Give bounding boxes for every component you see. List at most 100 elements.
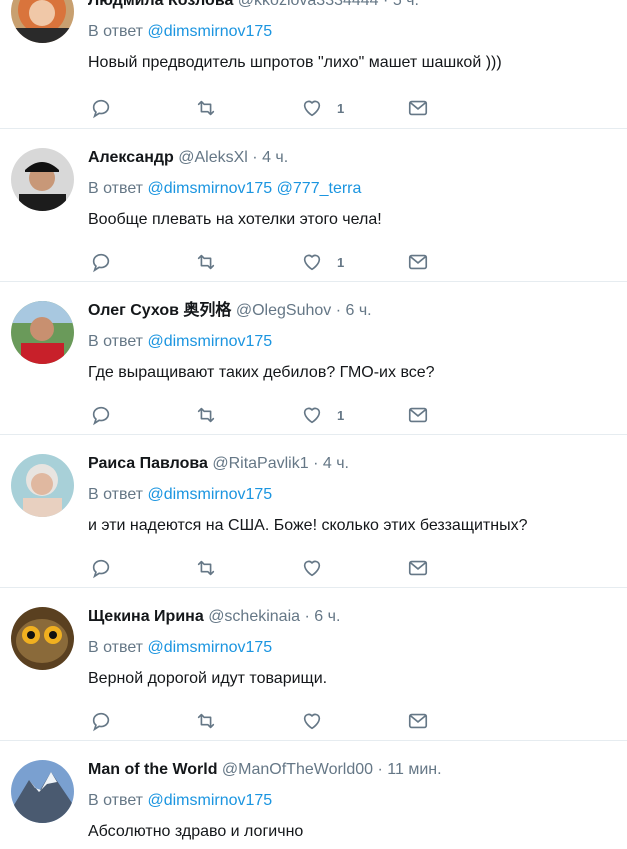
envelope-icon — [408, 254, 428, 270]
like-button[interactable] — [301, 709, 337, 733]
separator-dot: · — [377, 761, 383, 778]
separator-dot: · — [304, 608, 310, 625]
tweet-text: Где выращивают таких дебилов? ГМО-их все… — [88, 364, 435, 381]
reply-button[interactable] — [90, 96, 112, 120]
envelope-icon — [408, 407, 428, 423]
tweet-header: Олег Сухов 奥列格 @OlegSuhov · 6 ч. — [88, 301, 619, 321]
timestamp[interactable]: 5 ч. — [393, 0, 419, 9]
display-name[interactable]: Олег Сухов 奥列格 — [88, 302, 231, 319]
reply-context: В ответ @dimsmirnov175 — [88, 332, 619, 352]
tweet-actions — [90, 556, 450, 580]
tweet[interactable]: Людмила Козлова @kkozlova3334444 · 5 ч. … — [0, 0, 627, 129]
envelope-icon — [408, 560, 428, 576]
user-handle[interactable]: @kkozlova3334444 — [238, 0, 379, 9]
separator-dot: · — [383, 0, 389, 9]
user-handle[interactable]: @AleksXl — [178, 149, 248, 166]
tweet-text: и эти надеются на США. Боже! сколько эти… — [88, 517, 528, 534]
tweet-actions — [90, 709, 450, 733]
avatar[interactable] — [11, 760, 74, 823]
reply-context: В ответ @dimsmirnov175 — [88, 485, 619, 505]
tweet-header: Щекина Ирина @schekinaia · 6 ч. — [88, 607, 619, 627]
timestamp[interactable]: 4 ч. — [262, 149, 288, 166]
retweet-icon — [197, 407, 215, 423]
retweet-button[interactable] — [195, 403, 217, 427]
heart-icon — [303, 713, 321, 730]
reply-mention-link[interactable]: @dimsmirnov175 — [147, 486, 272, 503]
like-button[interactable]: 1 — [301, 403, 344, 427]
reply-mention-link[interactable]: @dimsmirnov175 — [147, 639, 272, 656]
retweet-icon — [197, 713, 215, 729]
reply-mention-link[interactable]: @777_terra — [277, 180, 362, 197]
tweet[interactable]: Man of the World @ManOfTheWorld00 · 11 м… — [0, 741, 627, 846]
display-name[interactable]: Раиса Павлова — [88, 455, 208, 472]
direct-message-button[interactable] — [407, 709, 429, 733]
timestamp[interactable]: 6 ч. — [314, 608, 340, 625]
timestamp[interactable]: 6 ч. — [346, 302, 372, 319]
reply-button[interactable] — [90, 556, 112, 580]
avatar[interactable] — [11, 454, 74, 517]
reply-icon — [92, 559, 110, 579]
display-name[interactable]: Людмила Козлова — [88, 0, 233, 9]
tweet[interactable]: Александр @AleksXl · 4 ч. В ответ @dimsm… — [0, 129, 627, 282]
separator-dot: · — [313, 455, 319, 472]
tweet-header: Man of the World @ManOfTheWorld00 · 11 м… — [88, 760, 619, 780]
like-count: 1 — [337, 254, 345, 270]
timestamp[interactable]: 11 мин. — [387, 761, 441, 778]
like-button[interactable]: 1 — [301, 96, 344, 120]
retweet-button[interactable] — [195, 556, 217, 580]
direct-message-button[interactable] — [407, 250, 429, 274]
avatar[interactable] — [11, 607, 74, 670]
retweet-button[interactable] — [195, 250, 217, 274]
direct-message-button[interactable] — [407, 96, 429, 120]
reply-icon — [92, 712, 110, 732]
like-count: 1 — [337, 100, 345, 116]
reply-mention-link[interactable]: @dimsmirnov175 — [147, 792, 272, 809]
reply-context: В ответ @dimsmirnov175 @777_terra — [88, 179, 619, 199]
avatar[interactable] — [11, 148, 74, 211]
reply-mention-link[interactable]: @dimsmirnov175 — [147, 180, 272, 197]
separator-dot: · — [252, 149, 258, 166]
avatar[interactable] — [11, 0, 74, 43]
reply-button[interactable] — [90, 709, 112, 733]
like-button[interactable] — [301, 556, 337, 580]
timestamp[interactable]: 4 ч. — [323, 455, 349, 472]
reply-prefix: В ответ — [88, 333, 144, 350]
reply-mention-link[interactable]: @dimsmirnov175 — [147, 333, 272, 350]
tweet[interactable]: Щекина Ирина @schekinaia · 6 ч. В ответ … — [0, 588, 627, 741]
tweet-header: Раиса Павлова @RitaPavlik1 · 4 ч. — [88, 454, 619, 474]
user-handle[interactable]: @schekinaia — [208, 608, 300, 625]
user-handle[interactable]: @RitaPavlik1 — [212, 455, 308, 472]
reply-prefix: В ответ — [88, 180, 144, 197]
display-name[interactable]: Man of the World — [88, 761, 217, 778]
avatar[interactable] — [11, 301, 74, 364]
heart-icon — [303, 407, 321, 424]
display-name[interactable]: Щекина Ирина — [88, 608, 204, 625]
display-name[interactable]: Александр — [88, 149, 174, 166]
retweet-button[interactable] — [195, 96, 217, 120]
tweet[interactable]: Олег Сухов 奥列格 @OlegSuhov · 6 ч. В ответ… — [0, 282, 627, 435]
retweet-button[interactable] — [195, 709, 217, 733]
reply-mention-link[interactable]: @dimsmirnov175 — [147, 23, 272, 40]
like-count: 1 — [337, 407, 345, 423]
reply-button[interactable] — [90, 250, 112, 274]
user-handle[interactable]: @OlegSuhov — [236, 302, 331, 319]
heart-icon — [303, 100, 321, 117]
reply-icon — [92, 253, 110, 273]
reply-context: В ответ @dimsmirnov175 — [88, 791, 619, 811]
reply-icon — [92, 99, 110, 119]
reply-prefix: В ответ — [88, 23, 144, 40]
tweet-text: Верной дорогой идут товарищи. — [88, 670, 328, 687]
tweet-text: Абсолютно здраво и логично — [88, 823, 304, 840]
reply-prefix: В ответ — [88, 639, 144, 656]
direct-message-button[interactable] — [407, 556, 429, 580]
reply-icon — [92, 406, 110, 426]
tweet-actions: 1 — [90, 250, 450, 274]
like-button[interactable]: 1 — [301, 250, 344, 274]
heart-icon — [303, 254, 321, 271]
direct-message-button[interactable] — [407, 403, 429, 427]
tweet-header: Александр @AleksXl · 4 ч. — [88, 148, 619, 168]
tweet[interactable]: Раиса Павлова @RitaPavlik1 · 4 ч. В отве… — [0, 435, 627, 588]
reply-button[interactable] — [90, 403, 112, 427]
tweet-actions: 1 — [90, 96, 450, 120]
user-handle[interactable]: @ManOfTheWorld00 — [222, 761, 373, 778]
